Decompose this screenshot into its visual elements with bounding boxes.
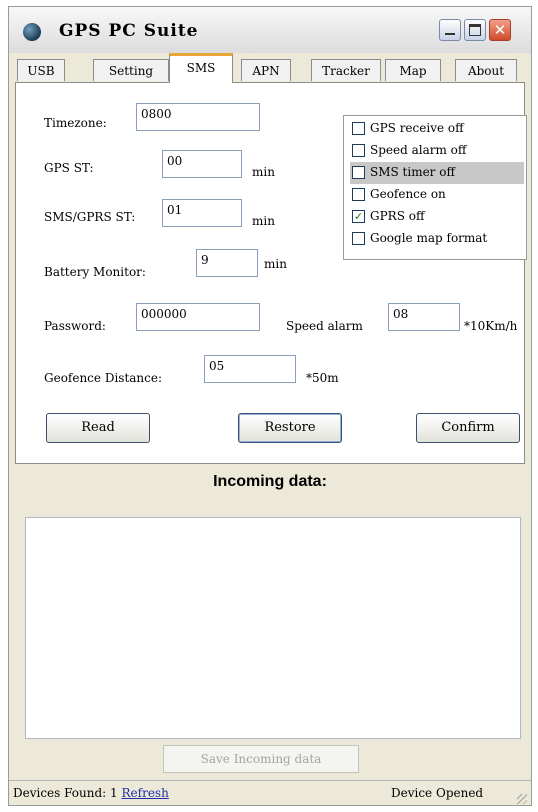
option-label: SMS timer off [370, 165, 455, 179]
speed-alarm-unit: *10Km/h [464, 319, 518, 333]
maximize-icon [469, 24, 481, 36]
devices-found-count: 1 [110, 786, 118, 800]
checkbox[interactable] [352, 144, 365, 157]
sms-gprs-st-label: SMS/GPRS ST: [44, 210, 136, 224]
battery-monitor-label: Battery Monitor: [44, 265, 146, 279]
checkbox[interactable] [352, 232, 365, 245]
close-button[interactable]: ✕ [489, 19, 511, 41]
resize-grip-icon[interactable] [517, 794, 527, 804]
geofence-distance-input[interactable]: 05 [204, 355, 296, 383]
tab-about[interactable]: About [455, 59, 517, 81]
status-bar: Devices Found: 1 Refresh Device Opened [9, 780, 531, 807]
restore-button[interactable]: Restore [238, 413, 342, 443]
checkbox[interactable] [352, 188, 365, 201]
speed-alarm-input[interactable]: 08 [388, 303, 460, 331]
option-geofence-on[interactable]: Geofence on [350, 184, 524, 206]
tab-apn[interactable]: APN [241, 59, 291, 81]
read-button[interactable]: Read [46, 413, 150, 443]
options-checklist: GPS receive off Speed alarm off SMS time… [343, 115, 527, 260]
option-google-map-format[interactable]: Google map format [350, 228, 524, 250]
checkbox[interactable] [352, 166, 365, 179]
minimize-button[interactable] [439, 19, 461, 41]
checkbox-checked[interactable]: ✓ [352, 210, 365, 223]
app-window: GPS PC Suite ✕ USB Setting SMS APN Track… [8, 6, 532, 806]
minimize-icon [445, 33, 455, 35]
save-incoming-data-button[interactable]: Save Incoming data [163, 745, 359, 773]
gps-st-label: GPS ST: [44, 161, 94, 175]
tab-strip: USB Setting SMS APN Tracker Map About [15, 53, 525, 83]
tab-map[interactable]: Map [385, 59, 441, 81]
geofence-distance-unit: *50m [306, 371, 339, 385]
option-speed-alarm-off[interactable]: Speed alarm off [350, 140, 524, 162]
option-gprs-off[interactable]: ✓ GPRS off [350, 206, 524, 228]
close-icon: ✕ [493, 21, 507, 39]
checkbox[interactable] [352, 122, 365, 135]
tab-setting[interactable]: Setting [93, 59, 169, 81]
speed-alarm-label: Speed alarm [286, 319, 363, 333]
devices-found-label: Devices Found: [13, 786, 107, 800]
option-label: Speed alarm off [370, 143, 467, 157]
battery-monitor-input[interactable]: 9 [196, 249, 258, 277]
device-state-status: Device Opened [391, 786, 484, 800]
title-bar[interactable]: GPS PC Suite ✕ [9, 7, 531, 53]
timezone-input[interactable]: 0800 [136, 103, 260, 131]
tab-usb[interactable]: USB [17, 59, 65, 81]
password-label: Password: [44, 319, 106, 333]
battery-monitor-unit: min [264, 257, 287, 271]
sms-settings-panel: Timezone: 0800 GPS ST: 00 min SMS/GPRS S… [15, 82, 527, 464]
option-label: Google map format [370, 231, 488, 245]
globe-icon [23, 23, 41, 41]
tab-sms[interactable]: SMS [169, 53, 233, 83]
window-title: GPS PC Suite [59, 21, 199, 41]
gps-st-input[interactable]: 00 [162, 150, 242, 178]
tab-tracker[interactable]: Tracker [311, 59, 381, 81]
refresh-link[interactable]: Refresh [122, 786, 169, 800]
option-gps-receive-off[interactable]: GPS receive off [350, 118, 524, 140]
devices-found-status: Devices Found: 1 Refresh [13, 786, 169, 800]
sms-gprs-st-input[interactable]: 01 [162, 199, 242, 227]
option-label: GPRS off [370, 209, 425, 223]
option-label: GPS receive off [370, 121, 464, 135]
option-sms-timer-off[interactable]: SMS timer off [350, 162, 524, 184]
geofence-distance-label: Geofence Distance: [44, 371, 163, 385]
incoming-data-title: Incoming data: [213, 473, 327, 490]
password-input[interactable]: 000000 [136, 303, 260, 331]
gps-st-unit: min [252, 165, 275, 179]
option-label: Geofence on [370, 187, 446, 201]
maximize-button[interactable] [464, 19, 486, 41]
timezone-label: Timezone: [44, 116, 107, 130]
sms-gprs-st-unit: min [252, 214, 275, 228]
confirm-button[interactable]: Confirm [416, 413, 520, 443]
incoming-data-textarea[interactable] [25, 517, 521, 739]
